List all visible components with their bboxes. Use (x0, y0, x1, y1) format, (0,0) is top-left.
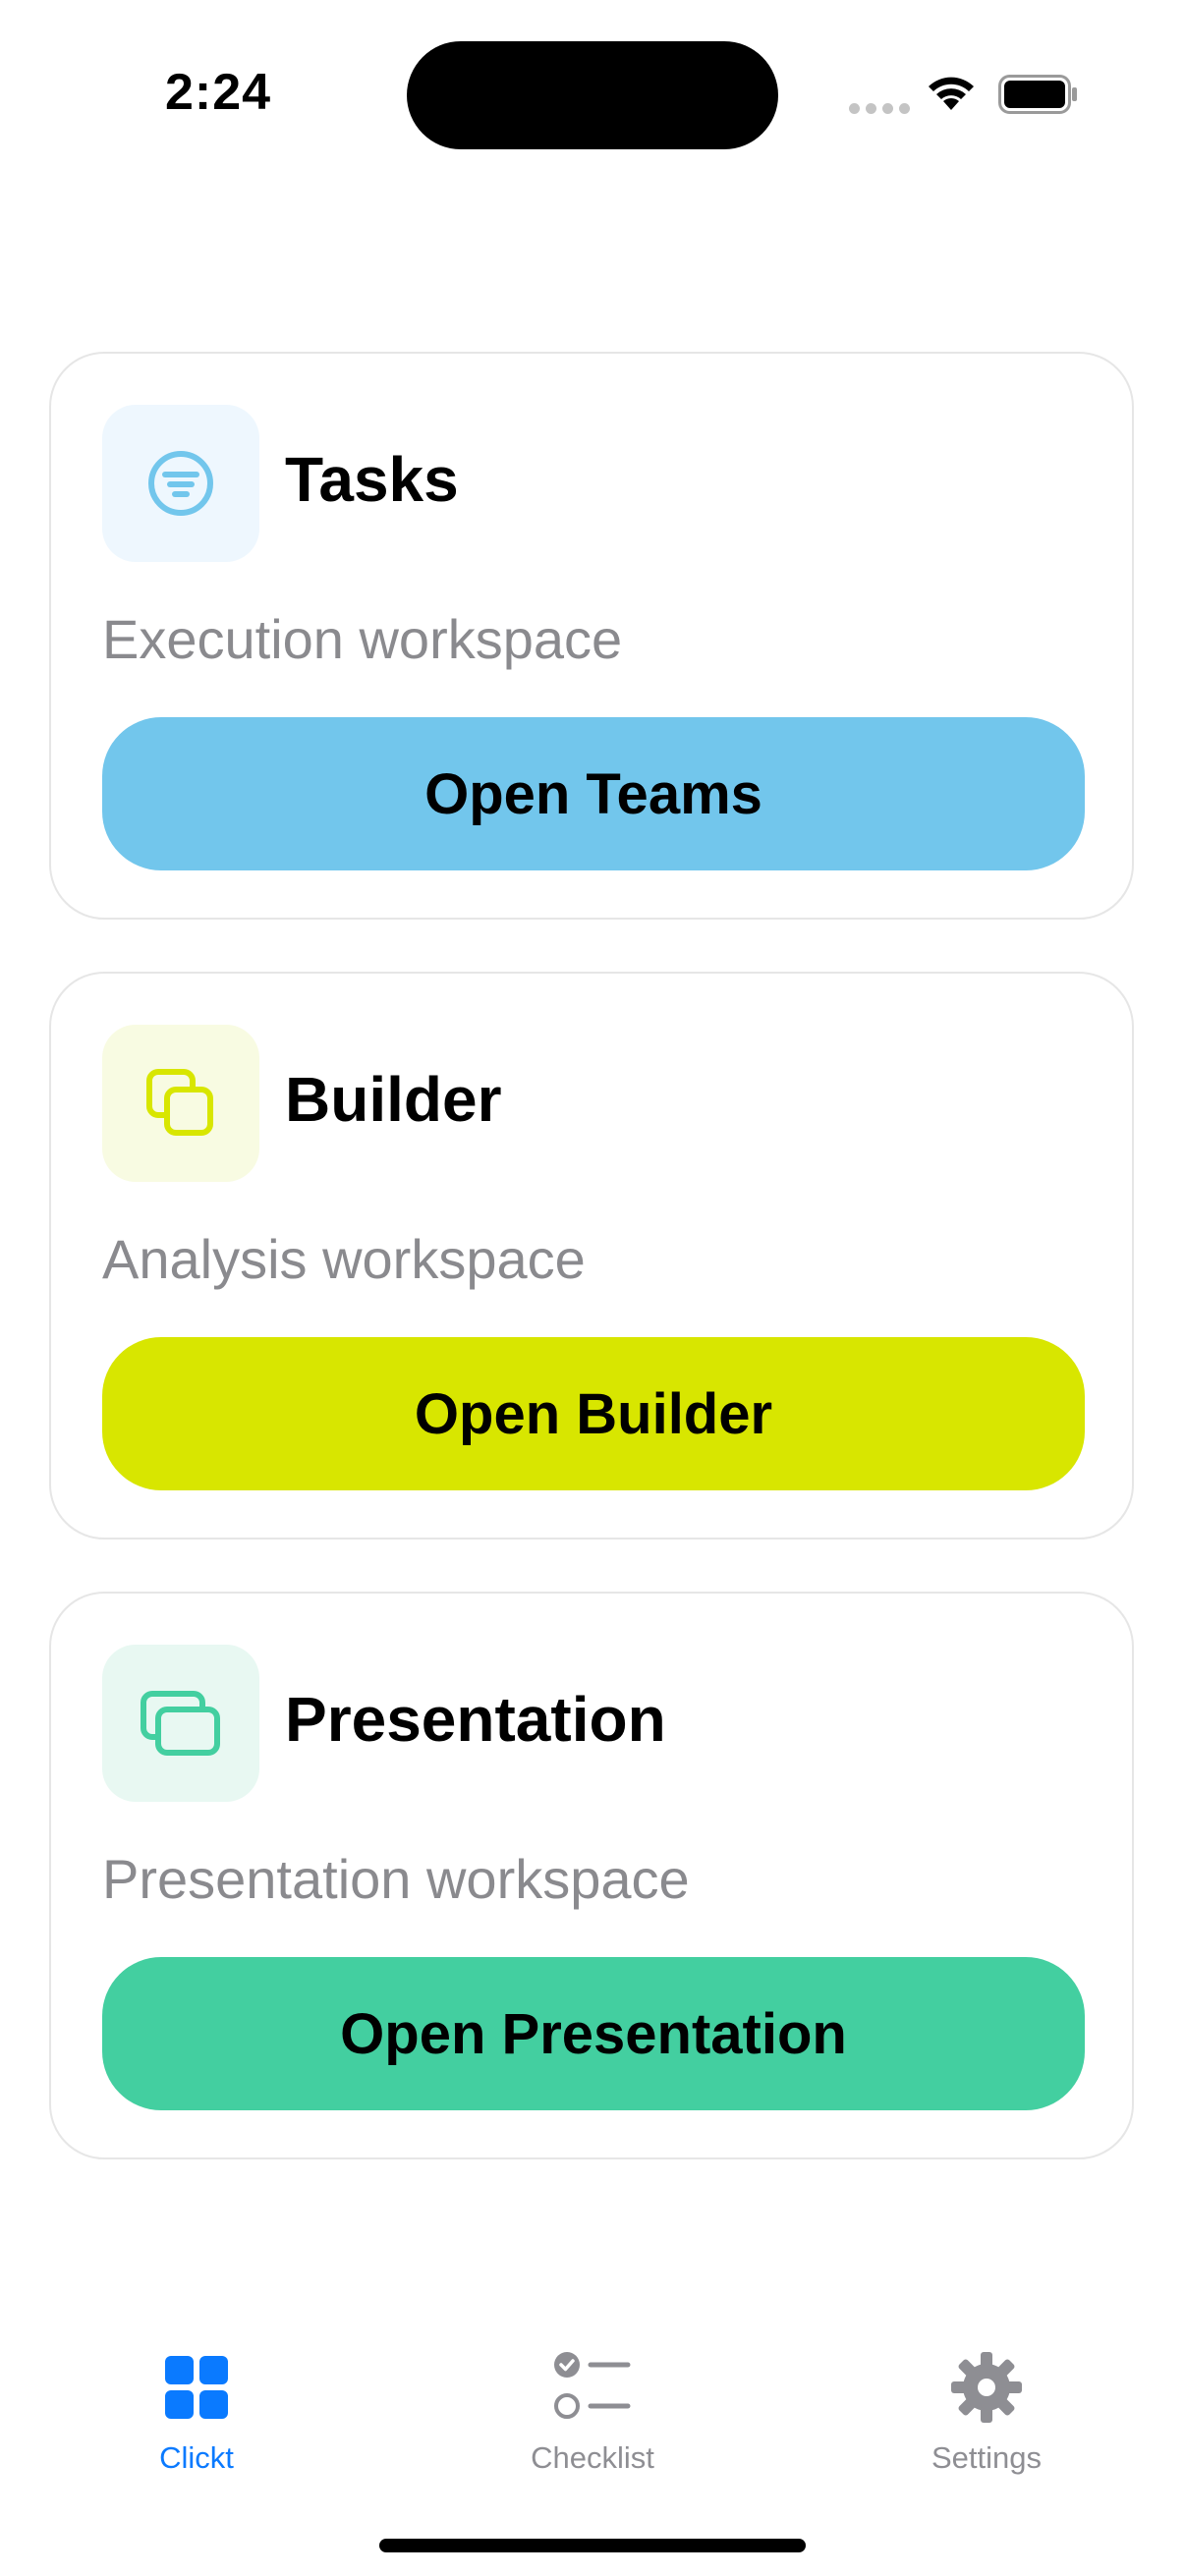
battery-icon (998, 75, 1077, 114)
gear-icon (951, 2352, 1022, 2423)
dynamic-island (407, 41, 778, 149)
checklist-icon (554, 2352, 631, 2419)
tasks-icon-tile (102, 405, 259, 562)
card-subtitle: Presentation workspace (102, 1848, 690, 1910)
tab-label: Clickt (159, 2440, 234, 2475)
filter-circle-icon (148, 451, 213, 516)
open-builder-button[interactable]: Open Builder (102, 1337, 1085, 1490)
card-title: Tasks (285, 444, 459, 515)
card-subtitle: Analysis workspace (102, 1228, 586, 1290)
tab-clickt[interactable]: Clickt (79, 2346, 314, 2476)
wifi-icon (929, 77, 974, 110)
status-time: 2:24 (165, 64, 272, 121)
builder-card: Builder Analysis workspace Open Builder (49, 972, 1134, 1540)
tab-bar: Clickt Checklist Settings (0, 2328, 1185, 2495)
stacked-windows-icon (141, 1691, 220, 1756)
open-teams-button[interactable]: Open Teams (102, 717, 1085, 870)
card-title: Presentation (285, 1684, 666, 1755)
cellular-signal-icon (849, 103, 910, 114)
card-subtitle: Execution workspace (102, 608, 623, 670)
tasks-card: Tasks Execution workspace Open Teams (49, 352, 1134, 920)
open-presentation-button[interactable]: Open Presentation (102, 1957, 1085, 2110)
tab-label: Settings (931, 2440, 1042, 2475)
card-title: Builder (285, 1064, 502, 1135)
builder-icon-tile (102, 1025, 259, 1182)
home-indicator[interactable] (379, 2539, 806, 2552)
tab-label: Checklist (531, 2440, 654, 2475)
tab-settings[interactable]: Settings (869, 2346, 1104, 2476)
copy-squares-icon (146, 1069, 213, 1136)
presentation-card: Presentation Presentation workspace Open… (49, 1592, 1134, 2159)
tab-checklist[interactable]: Checklist (475, 2346, 710, 2476)
grid-icon (165, 2356, 228, 2419)
status-bar: 2:24 (0, 0, 1185, 187)
presentation-icon-tile (102, 1645, 259, 1802)
